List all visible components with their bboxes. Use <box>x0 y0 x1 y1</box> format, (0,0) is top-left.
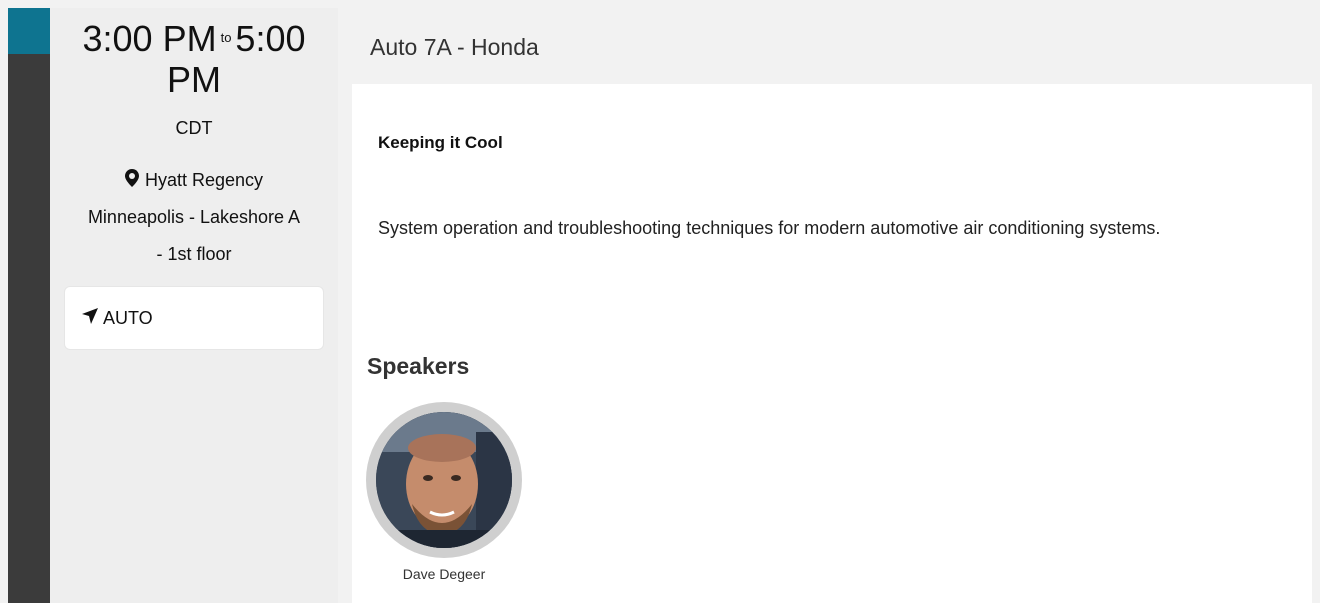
session-time: 3:00 PM to 5:00 PM <box>50 18 338 98</box>
session-location[interactable]: Hyatt Regency Minneapolis - Lakeshore A … <box>50 162 338 273</box>
map-pin-icon <box>124 163 139 187</box>
speaker-card[interactable] <box>366 402 522 558</box>
timezone: CDT <box>175 118 213 138</box>
location-line-1: Hyatt Regency <box>144 170 264 190</box>
accent-strip <box>8 8 50 54</box>
time-separator: to <box>220 30 232 46</box>
track-card[interactable]: AUTO <box>64 286 324 350</box>
speaker-name[interactable]: Dave Degeer <box>366 566 522 582</box>
session-description: System operation and troubleshooting tec… <box>378 218 1161 238</box>
start-time: 3:00 PM <box>82 18 217 59</box>
session-details: Auto 7A - Honda Keeping it Cool System o… <box>352 8 1312 603</box>
navigation-arrow-icon <box>81 307 99 325</box>
end-time: 5:00 <box>235 18 306 59</box>
avatar <box>376 412 512 548</box>
location-line-3: - 1st floor <box>156 244 232 264</box>
location-line-2: Minneapolis - Lakeshore A <box>87 207 301 227</box>
session-header-title: Auto 7A - Honda <box>370 34 539 60</box>
track-label: AUTO <box>103 308 153 328</box>
session-header: Auto 7A - Honda <box>352 8 1312 84</box>
session-title: Keeping it Cool <box>378 133 503 152</box>
session-sidebar: 3:00 PM to 5:00 PM CDT Hyatt Regency Minne… <box>50 8 338 603</box>
speakers-heading: Speakers <box>367 353 470 379</box>
left-dark-strip <box>8 54 50 603</box>
end-time-period: PM <box>167 59 221 101</box>
